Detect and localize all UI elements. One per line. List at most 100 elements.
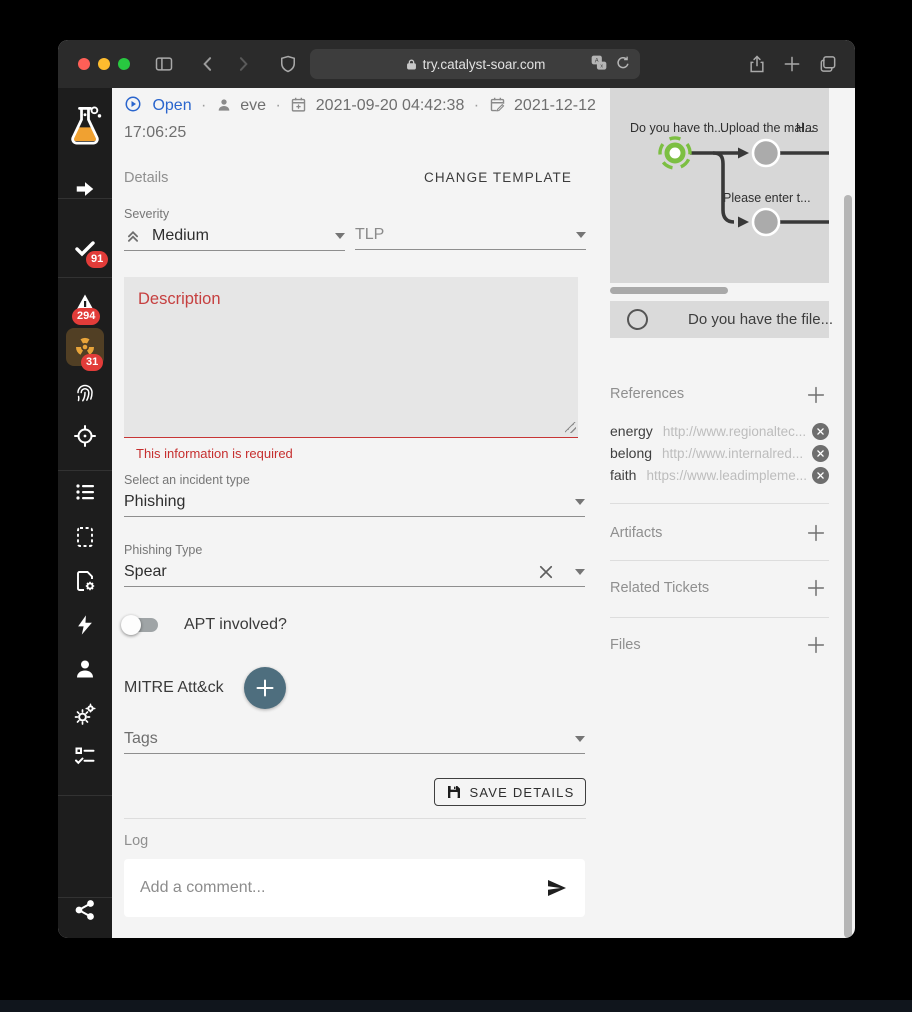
- reference-url[interactable]: https://www.leadimpleme...: [646, 468, 812, 483]
- task-node[interactable]: [753, 209, 779, 235]
- reference-row: faith https://www.leadimpleme...: [610, 464, 829, 486]
- new-tab-icon[interactable]: [782, 54, 802, 74]
- address-bar[interactable]: try.catalyst-soar.com Ax: [310, 49, 640, 79]
- tab-overview-icon[interactable]: [818, 54, 838, 74]
- phishing-type-value: Spear: [124, 563, 537, 581]
- sidebar-item-template-dashed-doc-icon[interactable]: [58, 525, 112, 549]
- sidebar-item-arrow-icon[interactable]: [58, 178, 112, 200]
- comment-input[interactable]: [124, 879, 545, 897]
- apt-toggle-row: APT involved?: [124, 610, 287, 640]
- chevron-down-icon[interactable]: [576, 232, 586, 238]
- reference-url[interactable]: http://www.regionaltec...: [663, 424, 812, 439]
- reference-url[interactable]: http://www.internalred...: [662, 446, 812, 461]
- browser-window: try.catalyst-soar.com Ax: [58, 40, 855, 938]
- mitre-row: MITRE Att&ck: [124, 667, 286, 709]
- severity-select[interactable]: Severity Medium: [124, 207, 345, 251]
- back-button-icon[interactable]: [198, 54, 218, 74]
- sidebar-item-doc-gear-icon[interactable]: [58, 569, 112, 593]
- playbook-branch-label: Please enter t...: [723, 191, 811, 205]
- save-details-label: SAVE DETAILS: [470, 785, 575, 800]
- reload-icon[interactable]: [614, 54, 632, 72]
- save-floppy-icon: [446, 784, 462, 800]
- tags-select[interactable]: Tags: [124, 725, 585, 754]
- sidebar-item-alerts-warning-icon[interactable]: 294: [58, 293, 112, 315]
- owner-person-icon: [216, 97, 232, 121]
- reference-row: energy http://www.regionaltec...: [610, 420, 829, 442]
- sidebar-item-tickets-check-icon[interactable]: 91: [58, 236, 112, 260]
- app-logo-flask-icon[interactable]: [58, 106, 112, 148]
- phishing-type-select[interactable]: Phishing Type Spear: [124, 543, 585, 587]
- description-textarea[interactable]: [124, 277, 578, 438]
- task-node[interactable]: [753, 140, 779, 166]
- alerts-count-badge: 294: [72, 308, 100, 325]
- sidebar-item-list-icon[interactable]: [58, 480, 112, 504]
- sidebar-item-crosshair-icon[interactable]: [58, 424, 112, 448]
- send-comment-icon[interactable]: [545, 876, 569, 900]
- chevron-down-icon[interactable]: [575, 499, 585, 505]
- chevron-down-icon[interactable]: [575, 569, 585, 575]
- remove-reference-icon[interactable]: [812, 445, 829, 462]
- tlp-select[interactable]: TLP: [355, 221, 586, 250]
- sidebar-item-incidents-radiation-icon[interactable]: 31: [58, 328, 112, 366]
- add-file-button[interactable]: [805, 634, 827, 656]
- forward-button-icon[interactable]: [233, 54, 253, 74]
- references-section-title: References: [610, 386, 684, 402]
- desktop-edge: [0, 1000, 912, 1012]
- chevron-down-icon[interactable]: [575, 736, 585, 742]
- apt-label: APT involved?: [184, 616, 287, 634]
- svg-text:x: x: [600, 64, 603, 70]
- description-field: [124, 277, 578, 438]
- task-status-circle[interactable]: [627, 309, 648, 330]
- sidebar-item-share-icon[interactable]: [58, 898, 112, 922]
- fullscreen-window-button[interactable]: [118, 58, 130, 70]
- sidebar-item-fingerprint-icon[interactable]: [58, 380, 112, 404]
- resize-handle[interactable]: [565, 422, 576, 433]
- sidebar-item-users-person-icon[interactable]: [58, 657, 112, 681]
- status-play-circle-icon: [124, 95, 142, 121]
- separator: ·: [276, 97, 281, 114]
- created-calendar-icon: [290, 96, 307, 121]
- close-window-button[interactable]: [78, 58, 90, 70]
- translate-icon[interactable]: Ax: [590, 54, 608, 72]
- severity-value: Medium: [152, 227, 329, 245]
- vertical-scrollbar[interactable]: [844, 195, 852, 938]
- log-section-title: Log: [124, 833, 148, 849]
- sidebar-item-automation-bolt-icon[interactable]: [58, 613, 112, 637]
- apt-toggle[interactable]: [124, 618, 158, 632]
- add-reference-button[interactable]: [805, 384, 827, 406]
- severity-medium-icon: [124, 227, 142, 245]
- status-badge[interactable]: Open: [152, 97, 191, 114]
- remove-reference-icon[interactable]: [812, 467, 829, 484]
- tickets-count-badge: 91: [86, 251, 108, 268]
- privacy-shield-icon[interactable]: [278, 54, 298, 74]
- files-section-title: Files: [610, 637, 641, 653]
- playbook-node3-label: Has: [796, 121, 818, 135]
- add-mitre-button[interactable]: [244, 667, 286, 709]
- tags-placeholder: Tags: [124, 730, 569, 748]
- incident-type-select[interactable]: Select an incident type Phishing: [124, 473, 585, 517]
- remove-reference-icon[interactable]: [812, 423, 829, 440]
- change-template-button[interactable]: CHANGE TEMPLATE: [424, 170, 572, 185]
- incident-type-value: Phishing: [124, 493, 569, 511]
- chevron-down-icon[interactable]: [335, 233, 345, 239]
- playbook-graph[interactable]: Do you have th... Upload the mal... Has …: [610, 88, 829, 283]
- sidebar-item-tasks-checklist-icon[interactable]: [58, 744, 112, 768]
- toggle-knob[interactable]: [121, 615, 141, 635]
- share-page-icon[interactable]: [747, 54, 767, 74]
- sidebar-divider: [58, 795, 112, 796]
- save-details-button[interactable]: SAVE DETAILS: [434, 778, 586, 806]
- toggle-sidebar-icon[interactable]: [154, 54, 174, 74]
- add-related-ticket-button[interactable]: [805, 577, 827, 599]
- panel-divider: [610, 560, 829, 561]
- severity-label: Severity: [124, 207, 345, 221]
- reference-row: belong http://www.internalred...: [610, 442, 829, 464]
- sidebar-item-settings-gears-icon[interactable]: [58, 702, 112, 726]
- graph-horizontal-scrollbar[interactable]: [610, 287, 728, 294]
- start-node[interactable]: [655, 133, 695, 173]
- add-artifact-button[interactable]: [805, 522, 827, 544]
- tlp-placeholder: TLP: [355, 226, 570, 244]
- sidebar-divider: [58, 277, 112, 278]
- minimize-window-button[interactable]: [98, 58, 110, 70]
- clear-icon[interactable]: [537, 563, 555, 581]
- playbook-task-item[interactable]: Do you have the file...: [610, 301, 829, 338]
